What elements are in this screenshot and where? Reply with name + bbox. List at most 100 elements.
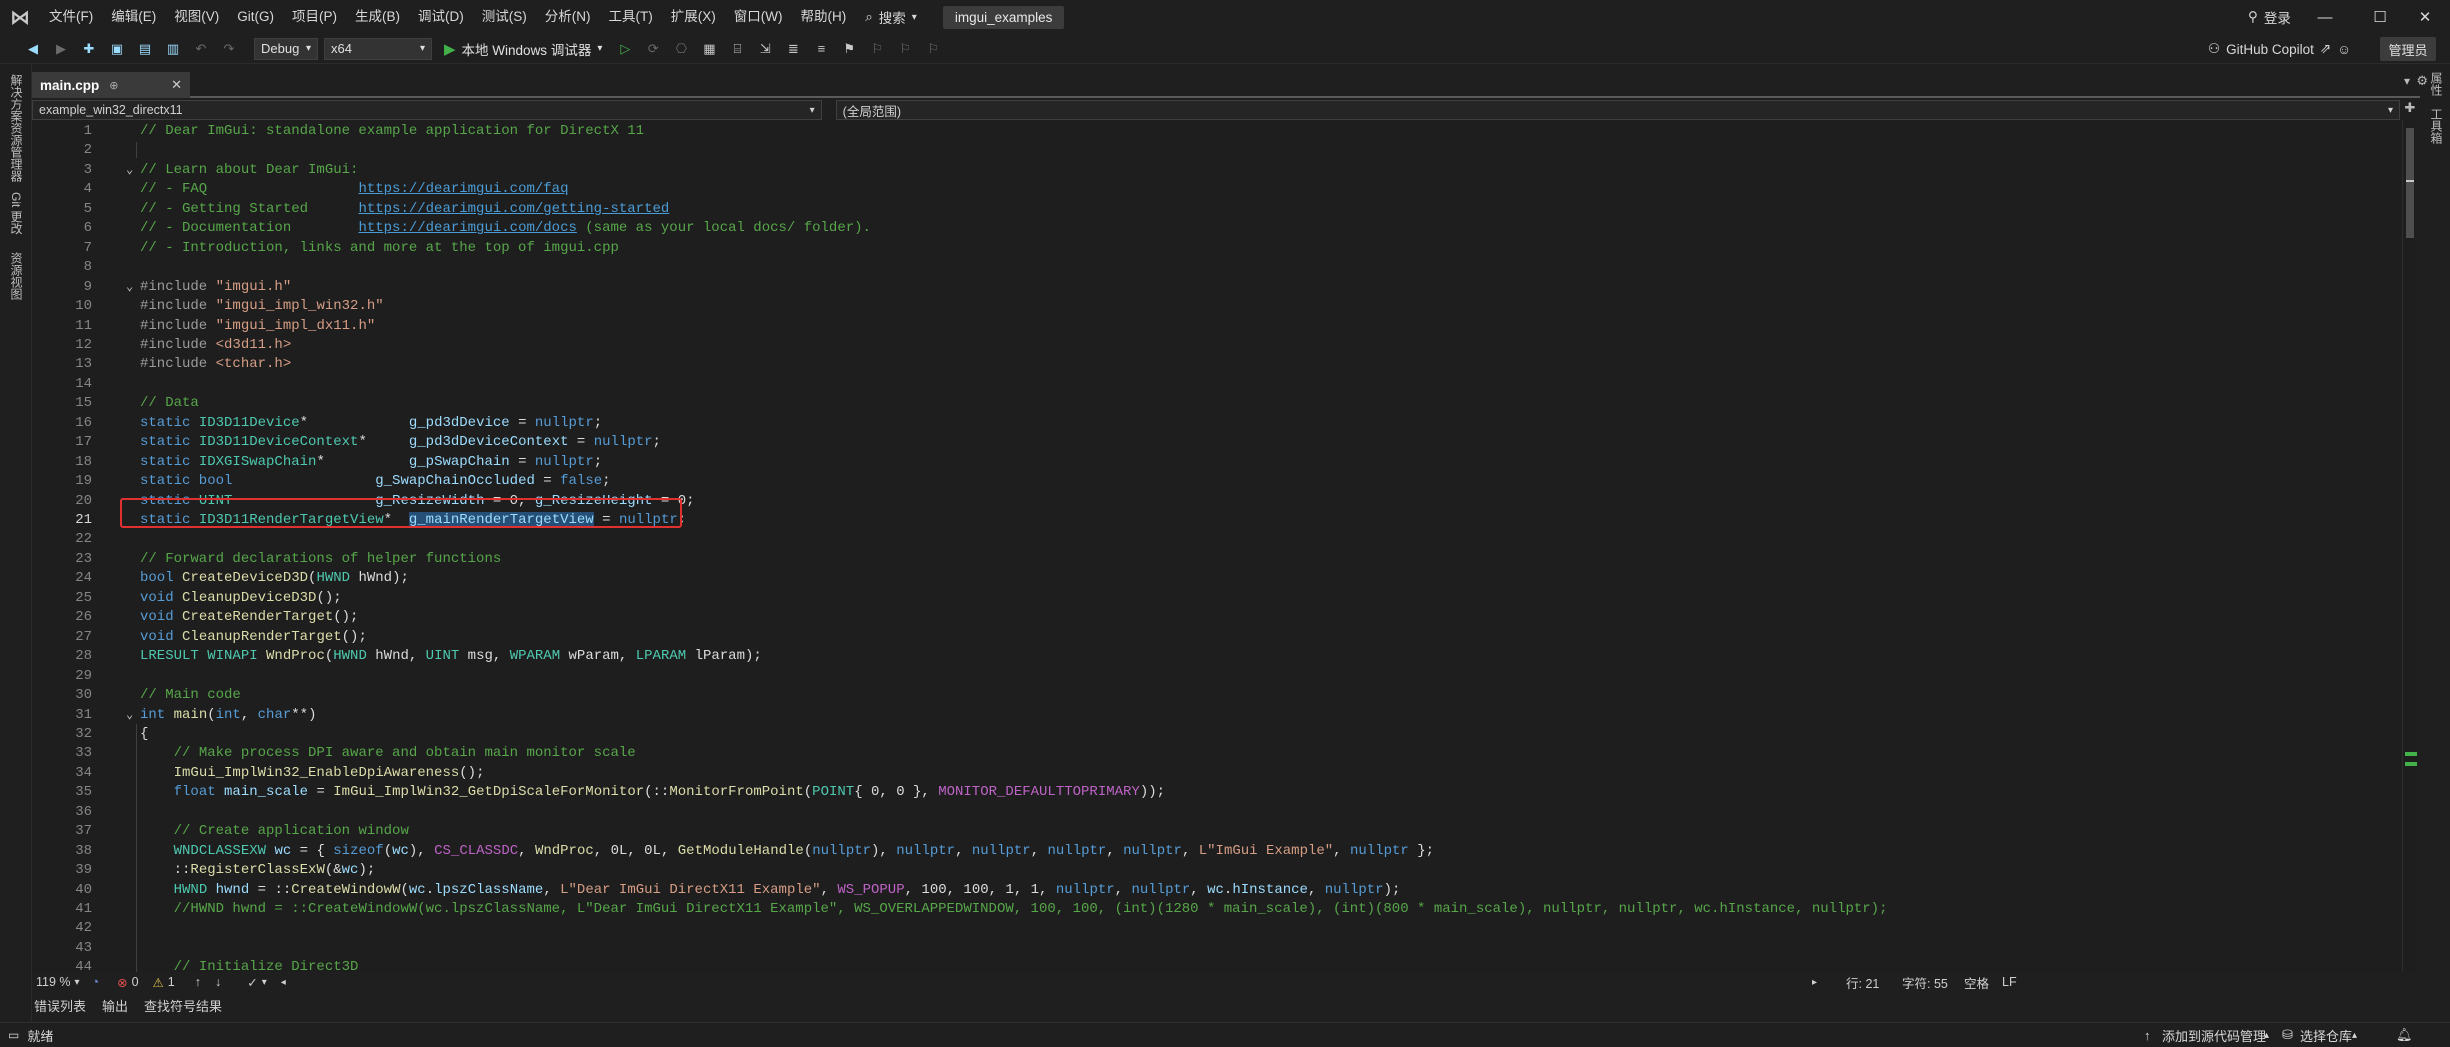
code-line[interactable]: 18 static IDXGISwapChain* g_pSwapChain = …	[32, 453, 2402, 472]
clear-bookmarks-icon[interactable]: ⚐	[922, 38, 944, 60]
comment-icon[interactable]: ≣	[782, 38, 804, 60]
char-number[interactable]: 字符: 55	[1902, 973, 1948, 992]
code-line[interactable]: 38 WNDCLASSEXW wc = { sizeof(wc), CS_CLA…	[32, 842, 2402, 861]
panel-tab[interactable]: 错误列表	[34, 996, 86, 1015]
whitespace-mode[interactable]: 空格	[1964, 973, 1989, 992]
minimize-button[interactable]: —	[2300, 0, 2350, 34]
close-tab-icon[interactable]: ✕	[171, 77, 182, 93]
code-line[interactable]: 42	[32, 919, 2402, 938]
solution-explorer-tab[interactable]: 解决方案资源管理器	[8, 74, 25, 182]
split-editor-icon[interactable]: ✚	[2400, 100, 2420, 120]
menu-item[interactable]: 编辑(E)	[102, 0, 165, 34]
code-line[interactable]: 8	[32, 258, 2402, 277]
code-line[interactable]: 2	[32, 141, 2402, 160]
panel-tab[interactable]: 输出	[102, 996, 128, 1015]
code-line[interactable]: 17 static ID3D11DeviceContext* g_pd3dDevi…	[32, 433, 2402, 452]
code-line[interactable]: 16 static ID3D11Device* g_pd3dDevice = nu…	[32, 414, 2402, 433]
menu-item[interactable]: 分析(N)	[536, 0, 600, 34]
menu-item[interactable]: Git(G)	[228, 0, 283, 34]
menu-item[interactable]: 调试(D)	[409, 0, 473, 34]
run-without-debugging-icon[interactable]: ▷	[614, 38, 636, 60]
code-line[interactable]: 1 // Dear ImGui: standalone example appli…	[32, 122, 2402, 141]
code-line[interactable]: 32 {	[32, 725, 2402, 744]
code-line[interactable]: 24 bool CreateDeviceD3D(HWND hWnd);	[32, 569, 2402, 588]
save-icon[interactable]: ▤	[134, 38, 156, 60]
code-line[interactable]: 39 ::RegisterClassExW(&wc);	[32, 861, 2402, 880]
bookmark-icon[interactable]: ⚑	[838, 38, 860, 60]
fold-chevron-icon[interactable]: ⌄	[126, 278, 133, 297]
close-window-button[interactable]: ✕	[2400, 0, 2450, 34]
code-line[interactable]: 12 #include <d3d11.h>	[32, 336, 2402, 355]
undo-icon[interactable]: ↶	[190, 38, 212, 60]
project-dropdown[interactable]: example_win32_directx11 ▾	[32, 100, 822, 120]
hot-reload-icon[interactable]: ⟳	[642, 38, 664, 60]
login-button[interactable]: ⚲ 登录	[2248, 0, 2291, 34]
zoom-level[interactable]: 119 %	[36, 975, 71, 989]
menu-item[interactable]: 视图(V)	[165, 0, 228, 34]
code-line[interactable]: 33 // Make process DPI aware and obtain …	[32, 744, 2402, 763]
tab-list-dropdown-icon[interactable]: ▾	[2404, 74, 2410, 88]
code-line[interactable]: 37 // Create application window	[32, 822, 2402, 841]
code-line[interactable]: 40 HWND hwnd = ::CreateWindowW(wc.lpszCl…	[32, 881, 2402, 900]
line-number[interactable]: 行: 21	[1846, 973, 1879, 992]
code-line[interactable]: 35 float main_scale = ImGui_ImplWin32_Ge…	[32, 783, 2402, 802]
properties-tab[interactable]: 属性	[2428, 72, 2445, 96]
code-line[interactable]: 28 LRESULT WINAPI WndProc(HWND hWnd, UINT…	[32, 647, 2402, 666]
warning-count[interactable]: 1	[168, 975, 175, 989]
pin-icon[interactable]: ⊕	[109, 79, 118, 92]
code-line[interactable]: 41 //HWND hwnd = ::CreateWindowW(wc.lpsz…	[32, 900, 2402, 919]
step-icon[interactable]: ⇲	[754, 38, 776, 60]
settings-icon[interactable]: ⚙	[2416, 73, 2428, 89]
github-copilot-button[interactable]: ⚇ GitHub Copilot ⇗ ☺	[2208, 34, 2351, 64]
forward-icon[interactable]: ▶	[50, 38, 72, 60]
code-line[interactable]: 31 ⌄ int main(int, char**)	[32, 706, 2402, 725]
git-changes-tab[interactable]: Git 更改	[8, 192, 25, 235]
line-ending[interactable]: LF	[2002, 975, 2017, 989]
toolbox-tab[interactable]: 工具箱	[2428, 108, 2445, 144]
code-line[interactable]: 36	[32, 803, 2402, 822]
search-box[interactable]: ⌕ 搜索 ▾	[865, 7, 917, 27]
menu-item[interactable]: 文件(F)	[40, 0, 102, 34]
configuration-dropdown[interactable]: Debug ▾	[254, 37, 318, 60]
code-line[interactable]: 34 ImGui_ImplWin32_EnableDpiAwareness();	[32, 764, 2402, 783]
maximize-button[interactable]: ☐	[2355, 0, 2405, 34]
code-line[interactable]: 6 // - Documentation https://dearimgui.co…	[32, 219, 2402, 238]
menu-item[interactable]: 生成(B)	[346, 0, 409, 34]
back-icon[interactable]: ◀	[22, 38, 44, 60]
code-line[interactable]: 29	[32, 667, 2402, 686]
code-editor[interactable]: 1 // Dear ImGui: standalone example appli…	[32, 120, 2402, 972]
scrollbar-thumb[interactable]	[2406, 128, 2414, 238]
start-debugging-button[interactable]: ▶ 本地 Windows 调试器 ▾	[438, 39, 608, 59]
code-line[interactable]: 30 // Main code	[32, 686, 2402, 705]
code-line[interactable]: 27 void CleanupRenderTarget();	[32, 628, 2402, 647]
panel-tab[interactable]: 查找符号结果	[144, 996, 222, 1015]
code-line[interactable]: 9 ⌄ #include "imgui.h"	[32, 278, 2402, 297]
code-line[interactable]: 14	[32, 375, 2402, 394]
code-line[interactable]: 7 // - Introduction, links and more at th…	[32, 239, 2402, 258]
menu-item[interactable]: 测试(S)	[473, 0, 536, 34]
code-line[interactable]: 10 #include "imgui_impl_win32.h"	[32, 297, 2402, 316]
prev-bookmark-icon[interactable]: ⚐	[866, 38, 888, 60]
code-line[interactable]: 19 static bool g_SwapChainOccluded = fals…	[32, 472, 2402, 491]
open-folder-icon[interactable]: ▣	[106, 38, 128, 60]
redo-icon[interactable]: ↷	[218, 38, 240, 60]
notifications-icon[interactable]: 🔔︎	[2396, 1027, 2413, 1043]
layout-icon[interactable]: ▦	[698, 38, 720, 60]
menu-item[interactable]: 窗口(W)	[725, 0, 792, 34]
code-cleanup-icon[interactable]: ✓	[247, 975, 257, 990]
code-line[interactable]: 25 void CleanupDeviceD3D();	[32, 589, 2402, 608]
platform-dropdown[interactable]: x64 ▾	[324, 37, 432, 60]
visual-studio-logo-icon[interactable]: ⋈	[0, 0, 40, 34]
code-line[interactable]: 22	[32, 530, 2402, 549]
scope-dropdown[interactable]: (全局范围) ▾	[835, 100, 2401, 120]
scroll-right-icon[interactable]: ▸	[1812, 977, 1817, 988]
menu-item[interactable]: 扩展(X)	[662, 0, 725, 34]
select-repository[interactable]: 选择仓库	[2300, 1026, 2352, 1045]
health-icon[interactable]: ◔	[92, 975, 100, 989]
code-line[interactable]: 4 // - FAQ https://dearimgui.com/faq	[32, 180, 2402, 199]
menu-item[interactable]: 帮助(H)	[791, 0, 855, 34]
code-line[interactable]: 13 #include <tchar.h>	[32, 355, 2402, 374]
code-line[interactable]: 15 // Data	[32, 394, 2402, 413]
save-all-icon[interactable]: ▥	[162, 38, 184, 60]
error-count[interactable]: 0	[132, 975, 139, 989]
